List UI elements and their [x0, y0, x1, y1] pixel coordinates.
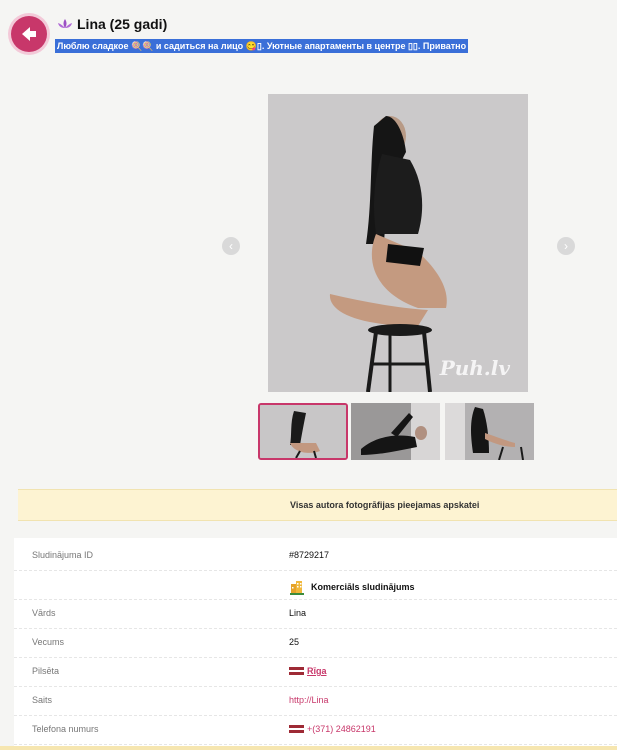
row-phone: Telefona numurs +(371) 24862191 — [14, 716, 617, 745]
row-label: Telefona numurs — [32, 724, 99, 734]
row-city: Pilsēta Rīga — [14, 658, 617, 687]
thumbnail-1[interactable] — [258, 403, 348, 460]
ad-description: Люблю сладкое 🍭🍭 и садиться на лицо 😋▯. … — [55, 39, 469, 53]
row-label: Vārds — [32, 608, 56, 618]
bottom-strip — [0, 746, 617, 750]
watermark: Puh.lv — [439, 356, 510, 380]
commercial-icon — [290, 581, 304, 595]
details-table: Sludinājuma ID #8729217 Komerciāls sludi… — [14, 538, 617, 750]
row-label: Sludinājuma ID — [32, 550, 94, 560]
row-site: Saits http://Lina — [14, 687, 617, 716]
thumbnail-2[interactable] — [351, 403, 440, 460]
row-label: Vecums — [32, 637, 65, 647]
back-button[interactable] — [11, 16, 47, 52]
page-title: Lina (25 gadi) — [77, 16, 168, 32]
latvia-flag-icon — [289, 725, 304, 733]
prev-photo-button[interactable]: ‹ — [222, 237, 240, 255]
latvia-flag-icon — [289, 667, 304, 675]
city-name: Rīga — [307, 666, 327, 676]
phone-number: +(371) 24862191 — [307, 724, 376, 734]
city-link[interactable]: Rīga — [289, 666, 327, 676]
thumbnail-3[interactable] — [445, 403, 534, 460]
next-photo-button[interactable]: › — [557, 237, 575, 255]
row-value: Lina — [289, 608, 307, 618]
title-row: Lina (25 gadi) — [57, 14, 167, 34]
main-photo[interactable]: Puh.lv — [268, 94, 528, 392]
row-commercial: Komerciāls sludinājums — [14, 571, 617, 600]
site-link[interactable]: http://Lina — [289, 695, 329, 705]
row-value: 25 — [289, 637, 300, 647]
photo-figure — [268, 94, 528, 392]
chevron-right-icon: › — [564, 239, 568, 253]
chevron-left-icon: ‹ — [229, 239, 233, 253]
photos-notice: Visas autora fotogrāfijas pieejamas apsk… — [18, 489, 617, 521]
back-arrow-icon — [22, 27, 36, 41]
phone-link[interactable]: +(371) 24862191 — [289, 724, 376, 734]
row-value: #8729217 — [289, 550, 330, 560]
row-age: Vecums 25 — [14, 629, 617, 658]
header: Lina (25 gadi) Люблю сладкое 🍭🍭 и садить… — [0, 0, 617, 60]
row-name: Vārds Lina — [14, 600, 617, 629]
row-label: Pilsēta — [32, 666, 60, 676]
notice-text: Visas autora fotogrāfijas pieejamas apsk… — [290, 500, 480, 510]
row-ad-id: Sludinājuma ID #8729217 — [14, 542, 617, 571]
lotus-icon — [58, 19, 72, 28]
commercial-label: Komerciāls sludinājums — [311, 582, 415, 592]
row-value: Komerciāls sludinājums — [289, 579, 415, 595]
row-label: Saits — [32, 695, 53, 705]
